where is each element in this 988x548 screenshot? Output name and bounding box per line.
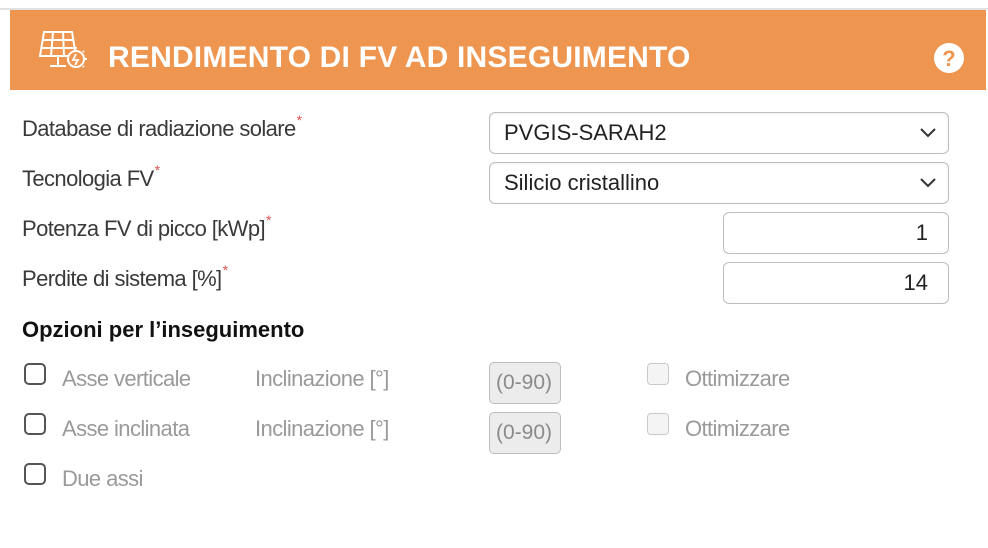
peak-power-input[interactable]: 1 bbox=[723, 212, 949, 254]
inclined-axis-optimize-label: Ottimizzare bbox=[685, 416, 790, 441]
vertical-axis-slope-label: Inclinazione [°] bbox=[255, 366, 389, 391]
radiation-db-value: PVGIS-SARAH2 bbox=[504, 120, 667, 145]
vertical-axis-optimize-label: Ottimizzare bbox=[685, 366, 790, 391]
radiation-db-label-text: Database di radiazione solare bbox=[22, 116, 296, 141]
chevron-down-icon bbox=[920, 178, 936, 188]
solar-panel-icon bbox=[38, 28, 88, 74]
pv-technology-label-text: Tecnologia FV bbox=[22, 166, 154, 191]
two-axis-checkbox[interactable] bbox=[24, 463, 46, 485]
pv-technology-value: Silicio cristallino bbox=[504, 170, 660, 195]
required-marker: * bbox=[266, 212, 271, 228]
required-marker: * bbox=[296, 112, 302, 128]
vertical-axis-label: Asse verticale bbox=[62, 366, 191, 391]
required-marker: * bbox=[222, 262, 228, 278]
page-title: RENDIMENTO DI FV AD INSEGUIMENTO bbox=[108, 41, 691, 74]
peak-power-label-text: Potenza FV di picco [kWp] bbox=[22, 216, 266, 241]
radiation-db-select[interactable]: PVGIS-SARAH2 bbox=[489, 112, 949, 154]
radiation-db-label: Database di radiazione solare* bbox=[22, 112, 302, 142]
inclined-axis-slope-input[interactable]: (0-90) bbox=[489, 412, 561, 454]
peak-power-label: Potenza FV di picco [kWp]* bbox=[22, 212, 271, 242]
help-icon[interactable]: ? bbox=[934, 43, 964, 73]
pv-technology-select[interactable]: Silicio cristallino bbox=[489, 162, 949, 204]
system-loss-label: Perdite di sistema [%]* bbox=[22, 262, 228, 292]
two-axis-label: Due assi bbox=[62, 466, 143, 491]
panel-header: RENDIMENTO DI FV AD INSEGUIMENTO ? bbox=[10, 10, 986, 90]
pv-technology-label: Tecnologia FV* bbox=[22, 162, 160, 192]
inclined-axis-slope-label: Inclinazione [°] bbox=[255, 416, 389, 441]
system-loss-label-text: Perdite di sistema [%] bbox=[22, 266, 222, 291]
system-loss-input[interactable]: 14 bbox=[723, 262, 949, 304]
vertical-axis-optimize-checkbox[interactable] bbox=[647, 363, 669, 385]
tracking-section-title: Opzioni per l’inseguimento bbox=[22, 317, 305, 342]
inclined-axis-label: Asse inclinata bbox=[62, 416, 190, 441]
inclined-axis-checkbox[interactable] bbox=[24, 413, 46, 435]
vertical-axis-slope-input[interactable]: (0-90) bbox=[489, 362, 561, 404]
required-marker: * bbox=[154, 162, 160, 178]
vertical-axis-checkbox[interactable] bbox=[24, 363, 46, 385]
chevron-down-icon bbox=[920, 128, 936, 138]
inclined-axis-optimize-checkbox[interactable] bbox=[647, 413, 669, 435]
